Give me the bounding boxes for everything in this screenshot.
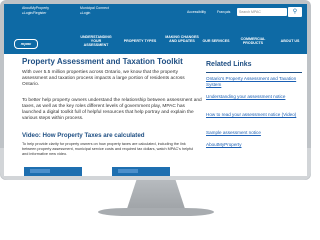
nav-making-changes[interactable]: MAKING CHANGES AND UPDATES xyxy=(164,35,200,43)
nav-understanding-assessment[interactable]: UNDERSTANDING YOUR ASSESSMENT xyxy=(78,35,114,47)
toolkit-paragraph: To better help property owners understan… xyxy=(22,98,202,121)
municipal-connect-account[interactable]: Municipal Connect Login xyxy=(80,6,109,15)
nav-property-types[interactable]: PROPERTY TYPES xyxy=(122,39,158,43)
monitor-base xyxy=(98,208,214,216)
search-icon[interactable]: ⚲ xyxy=(288,7,302,17)
site-header: AboutMyProperty Login/Register Municipal… xyxy=(4,4,307,54)
aboutmyproperty-account[interactable]: AboutMyProperty Login/Register xyxy=(22,6,49,15)
accessibility-link[interactable]: Accessibility xyxy=(187,10,206,14)
login-link[interactable]: Login xyxy=(80,11,109,15)
related-link-sample-notice[interactable]: Sample assessment notice xyxy=(206,130,302,136)
monitor-frame: AboutMyProperty Login/Register Municipal… xyxy=(0,0,311,180)
related-link-understanding-notice[interactable]: Understanding your assessment notice xyxy=(206,94,302,100)
video-description: To help provide clarity for property own… xyxy=(22,142,194,156)
language-toggle[interactable]: Français xyxy=(217,10,230,14)
video-heading: Video: How Property Taxes are calculated xyxy=(22,132,145,139)
nav-commercial-products[interactable]: COMMERCIAL PRODUCTS xyxy=(235,37,271,45)
related-links-divider xyxy=(206,72,302,73)
login-register-link[interactable]: Login/Register xyxy=(22,11,49,15)
screen: AboutMyProperty Login/Register Municipal… xyxy=(4,4,307,176)
search-input[interactable]: Search MPAC xyxy=(237,8,287,16)
related-link-taxation-system[interactable]: Ontario's Property Assessment and Taxati… xyxy=(206,76,302,88)
related-links-title: Related Links xyxy=(206,61,252,68)
related-link-read-notice-video[interactable]: How to read your assessment notice (Vide… xyxy=(206,112,302,118)
mpac-logo[interactable]: mpac xyxy=(14,39,38,49)
intro-paragraph: With over 5.5 million properties across … xyxy=(22,70,185,87)
page-title: Property Assessment and Taxation Toolkit xyxy=(22,57,183,66)
video-thumbnail-1[interactable] xyxy=(24,167,82,176)
monitor-stand xyxy=(126,180,186,210)
video-thumbnail-2[interactable] xyxy=(112,167,170,176)
related-link-aboutmyproperty[interactable]: AboutMyProperty xyxy=(206,142,302,148)
nav-our-services[interactable]: OUR SERVICES xyxy=(202,39,230,43)
nav-about-us[interactable]: ABOUT US xyxy=(279,39,301,43)
